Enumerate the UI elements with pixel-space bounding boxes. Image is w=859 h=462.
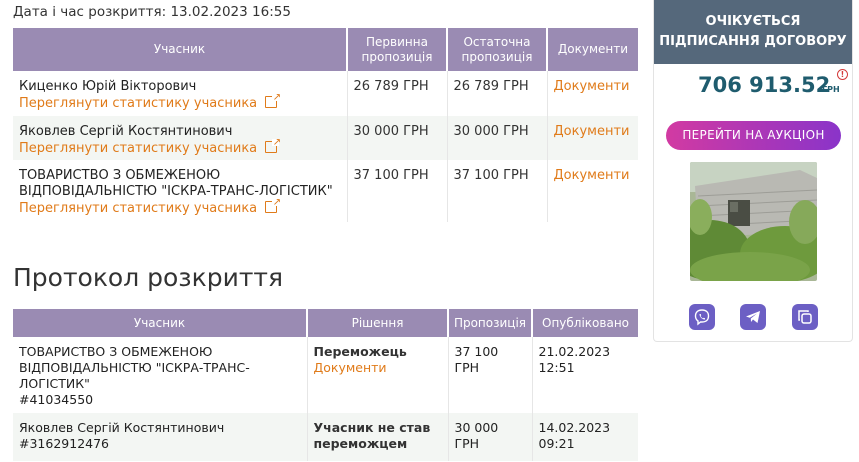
protocol-table: Учасник Рішення Пропозиція Опубліковано … (13, 309, 638, 461)
stats-link-label: Переглянути статистику учасника (19, 201, 258, 216)
copy-link-button[interactable] (792, 304, 818, 330)
published-date: 14.02.2023 (538, 420, 611, 435)
currency-label: ГРН (822, 85, 840, 94)
stats-link-label: Переглянути статистику учасника (19, 96, 258, 111)
header-initial-offer: Первинна пропозиція (347, 28, 448, 71)
opening-date: Дата і час розкриття: 13.02.2023 16:55 (13, 4, 291, 20)
protocol-title: Протокол розкриття (13, 263, 283, 292)
final-offer: 26 789 ГРН (453, 79, 529, 94)
header-participant: Учасник (13, 309, 308, 337)
decision: Переможець (313, 344, 407, 359)
initial-offer: 37 100 ГРН (353, 168, 429, 183)
initial-offer: 30 000 ГРН (353, 124, 429, 139)
offer: 30 000 ГРН (454, 420, 499, 451)
lot-photo[interactable] (690, 162, 817, 281)
external-link-icon (265, 90, 281, 108)
documents-link[interactable]: Документи (314, 360, 387, 375)
table-row: Яковлев Сергій Костянтинович Переглянути… (13, 116, 638, 160)
documents-link[interactable]: Документи (554, 79, 630, 94)
participant-id: #41034550 (19, 392, 94, 407)
participant-name: ТОВАРИСТВО З ОБМЕЖЕНОЮ ВІДПОВІДАЛЬНІСТЮ … (19, 344, 250, 391)
header-documents: Документи (547, 28, 638, 71)
header-final-offer: Остаточна пропозиція (447, 28, 548, 71)
participant-name: ТОВАРИСТВО З ОБМЕЖЕНОЮ ВІДПОВІДАЛЬНІСТЮ … (19, 168, 333, 199)
participant-name: Яковлев Сергій Костянтинович (19, 420, 225, 435)
header-published: Опубліковано (532, 309, 638, 337)
published-time: 09:21 (538, 436, 575, 451)
documents-link[interactable]: Документи (554, 124, 630, 139)
final-offer: 37 100 ГРН (453, 168, 529, 183)
status-badge: ОЧІКУЄТЬСЯ ПІДПИСАННЯ ДОГОВОРУ (654, 0, 852, 64)
table-row: ТОВАРИСТВО З ОБМЕЖЕНОЮ ВІДПОВІДАЛЬНІСТЮ … (13, 337, 638, 413)
decision: Учасник не став переможцем (313, 420, 431, 451)
go-to-auction-button[interactable]: ПЕРЕЙТИ НА АУКЦІОН (666, 121, 841, 150)
documents-link[interactable]: Документи (554, 168, 630, 183)
info-icon[interactable]: ! (837, 69, 848, 80)
lot-photo-image (690, 162, 817, 281)
external-link-icon (265, 135, 281, 153)
table-row: ТОВАРИСТВО З ОБМЕЖЕНОЮ ВІДПОВІДАЛЬНІСТЮ … (13, 160, 638, 222)
copy-icon (798, 310, 812, 324)
participant-id: #3162912476 (19, 436, 110, 451)
header-participant: Учасник (13, 28, 348, 71)
table-row: Киценко Юрій Вікторович Переглянути стат… (13, 71, 638, 116)
table-row: Яковлев Сергій Костянтинович #3162912476… (13, 413, 638, 461)
viber-share-button[interactable] (689, 304, 715, 330)
participant-name: Яковлев Сергій Костянтинович (19, 124, 233, 139)
participant-stats-link[interactable]: Переглянути статистику учасника (19, 195, 281, 217)
participant-name: Киценко Юрій Вікторович (19, 79, 197, 94)
viber-icon (694, 309, 710, 326)
published-date: 21.02.2023 (538, 344, 611, 359)
stats-link-label: Переглянути статистику учасника (19, 141, 258, 156)
external-link-icon (265, 195, 281, 213)
published-time: 12:51 (538, 360, 575, 375)
participant-stats-link[interactable]: Переглянути статистику учасника (19, 135, 281, 157)
telegram-icon (746, 311, 760, 323)
header-offer: Пропозиція (448, 309, 533, 337)
contract-amount: 706 913.52 (698, 73, 831, 97)
bids-table: Учасник Первинна пропозиція Остаточна пр… (13, 28, 638, 222)
initial-offer: 26 789 ГРН (353, 79, 429, 94)
sidebar: ОЧІКУЄТЬСЯ ПІДПИСАННЯ ДОГОВОРУ 706 913.5… (653, 0, 853, 342)
participant-stats-link[interactable]: Переглянути статистику учасника (19, 90, 281, 112)
telegram-share-button[interactable] (740, 304, 766, 330)
final-offer: 30 000 ГРН (453, 124, 529, 139)
offer: 37 100 ГРН (454, 344, 499, 375)
header-decision: Рішення (307, 309, 449, 337)
